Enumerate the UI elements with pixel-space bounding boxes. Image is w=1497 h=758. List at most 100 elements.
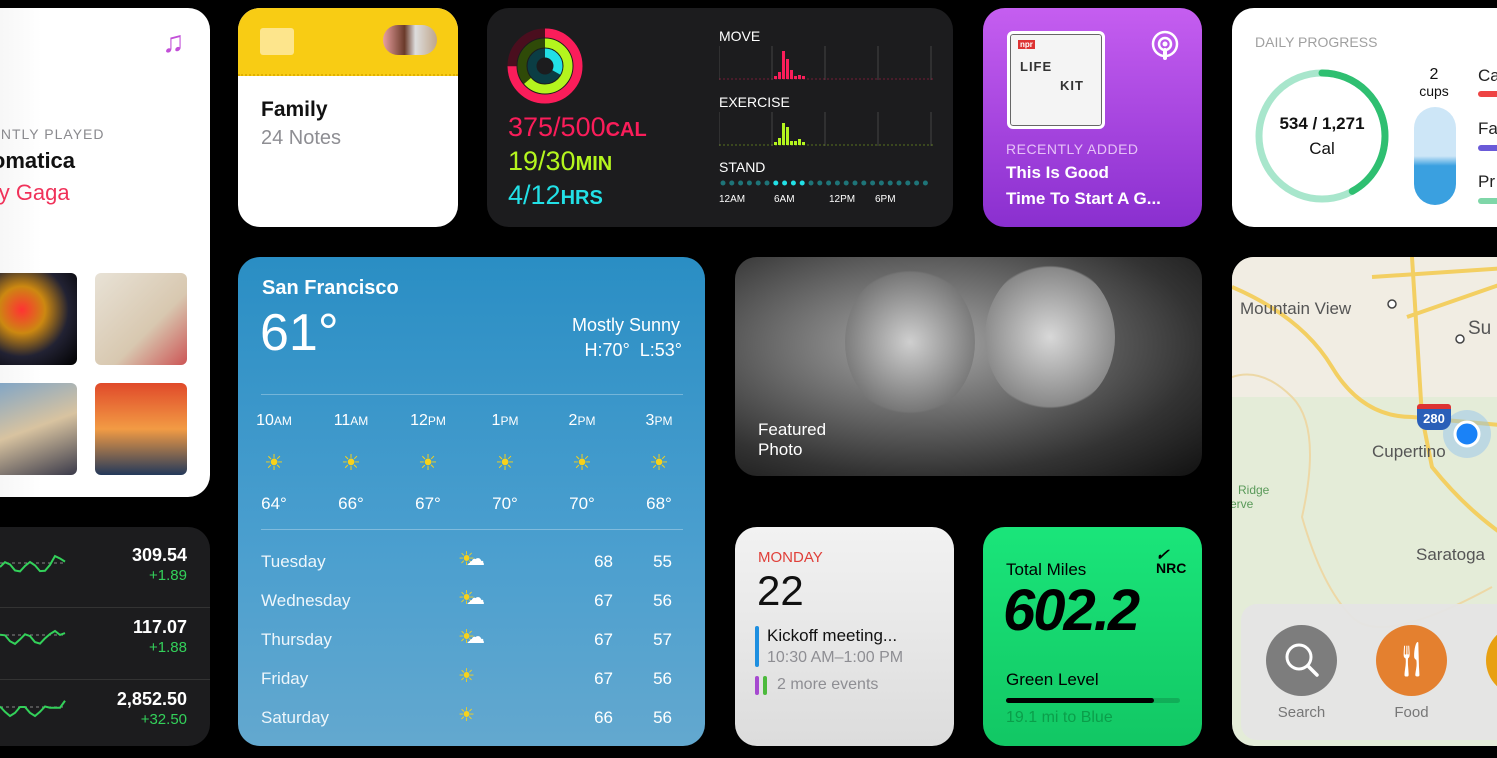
meridiem: PM (654, 414, 673, 428)
stand-hour-dot (790, 180, 796, 186)
nike-run-club-widget[interactable]: Total Miles ✓ NRC 602.2 Green Level 19.1… (983, 527, 1202, 746)
event-time: 10:30 AM–1:00 PM (767, 649, 904, 666)
stand-hour-dot (782, 180, 788, 186)
stand-hour-dot (905, 180, 911, 186)
podcast-widget[interactable]: npr LIFE KIT RECENTLY ADDED This Is Good… (983, 8, 1202, 227)
stand-hour-dot (764, 180, 770, 186)
current-temp: 61° (260, 304, 339, 362)
stock-price: 309.54 (131, 545, 187, 565)
high-temp: 67 (594, 630, 613, 649)
divider (261, 529, 683, 530)
activity-rings-icon (507, 28, 583, 104)
more-events: 2 more events (777, 676, 879, 693)
hour: 11 (333, 412, 351, 429)
maps-widget[interactable]: Mountain View Su 280 Cupertino Ridge erv… (1232, 257, 1497, 746)
low-temp: 56 (653, 708, 672, 727)
album-cover[interactable] (95, 383, 187, 475)
npr-logo: npr (1018, 40, 1035, 49)
calendar-widget[interactable]: MONDAY 22 Kickoff meeting... 10:30 AM–1:… (735, 527, 954, 746)
event-title[interactable]: Kickoff meeting... (767, 626, 897, 646)
activity-bar (774, 142, 777, 145)
low-temp: 55 (653, 552, 672, 571)
album-cover[interactable] (0, 383, 77, 475)
photo-face (985, 262, 1115, 412)
cover-word: LIFE (1020, 59, 1053, 74)
stand-hour-dot (826, 180, 832, 186)
activity-bar (774, 76, 777, 79)
level-label: Green Level (1006, 670, 1099, 689)
meridiem: AM (273, 414, 292, 428)
axis-label: 6PM (875, 194, 896, 205)
stand-label: STAND (719, 159, 766, 175)
activity-widget[interactable]: 375/500CAL 19/30MIN 4/12HRS MOVE EXERCIS… (487, 8, 953, 227)
weather-widget[interactable]: San Francisco 61° Mostly Sunny H:70° L:5… (238, 257, 705, 746)
search-icon (1285, 643, 1319, 677)
map-label-saratoga: Saratoga (1416, 545, 1485, 564)
hour-label: 3PM (629, 412, 689, 430)
activity-bar (786, 59, 789, 79)
hour-label: 12PM (398, 412, 458, 430)
stand-hour-dot (799, 180, 805, 186)
exercise-chart (719, 112, 933, 146)
stand-hour-dot (720, 180, 726, 186)
activity-bar (794, 76, 797, 79)
map-label-preserve: erve (1232, 497, 1254, 511)
event-color-bar (755, 626, 759, 667)
nrc-logo: NRC (1156, 560, 1187, 576)
hour-temp: 67° (415, 494, 441, 513)
event-color-bar (755, 676, 759, 695)
sun-icon: ☀ (495, 450, 515, 475)
album-title: Chromatica (0, 148, 76, 173)
more-category-button[interactable] (1486, 625, 1497, 696)
move-unit: CAL (605, 119, 647, 141)
stocks-widget[interactable]: 309.54 +1.89 117.07 +1.88 2,852.50 +32.5… (0, 527, 210, 746)
hour: 10 (256, 412, 274, 429)
featured-photo-widget[interactable]: Featured Photo (735, 257, 1202, 476)
condition: Mostly Sunny (571, 315, 680, 335)
axis-label: 12AM (719, 194, 746, 205)
sun-icon: ☀ (341, 450, 361, 475)
macro-protein: Pr (1478, 172, 1495, 191)
calories-unit: Cal (1309, 139, 1335, 158)
hour-temp: 70° (492, 494, 518, 513)
daily-progress-widget[interactable]: DAILY PROGRESS 534 / 1,271 Cal 2 cups Ca… (1232, 8, 1497, 227)
notes-widget[interactable]: Family 24 Notes (238, 8, 458, 227)
city-name: San Francisco (262, 277, 399, 299)
stand-hour-dot (861, 180, 867, 186)
stand-hour-dot (914, 180, 920, 186)
carbs-bar (1478, 91, 1497, 97)
meridiem: AM (350, 414, 369, 428)
activity-bar (790, 141, 793, 145)
partly-cloudy-icon: ☀☁ (458, 627, 486, 648)
partly-cloudy-icon: ☀☁ (458, 549, 486, 570)
date: 22 (757, 567, 804, 614)
shared-folder-icon (260, 28, 294, 55)
hour-temp: 68° (646, 494, 672, 513)
move-value: 375/500 (508, 112, 606, 142)
search-button[interactable] (1266, 625, 1337, 696)
stand-hour-dot (878, 180, 884, 186)
album-cover[interactable] (0, 273, 77, 365)
low-temp: 57 (653, 630, 672, 649)
stock-sparkline (0, 700, 66, 718)
stand-hour-dot (870, 180, 876, 186)
music-widget[interactable]: ♫ RECENTLY PLAYED Chromatica Lady Gaga (0, 8, 210, 497)
music-note-icon: ♫ (162, 26, 185, 59)
high-temp: 67 (594, 669, 613, 688)
stand-chart (720, 180, 928, 186)
hour-temp: 66° (338, 494, 364, 513)
stock-change: +32.50 (140, 711, 187, 728)
album-cover[interactable] (95, 273, 187, 365)
stand-hour-dot (738, 180, 744, 186)
stand-hour-dot (773, 180, 779, 186)
map-label-ridge: Ridge (1238, 483, 1270, 497)
stand-hour-dot (729, 180, 735, 186)
food-button[interactable]: 🍴︎ (1376, 625, 1447, 696)
photo-face (845, 267, 975, 417)
macro-fat: Fa (1478, 119, 1497, 138)
activity-bar (798, 75, 801, 79)
podcast-cover[interactable]: npr LIFE KIT (1007, 31, 1105, 129)
stand-hour-dot (755, 180, 761, 186)
recently-added-label: RECENTLY ADDED (1006, 141, 1139, 157)
food-label: Food (1394, 704, 1429, 721)
